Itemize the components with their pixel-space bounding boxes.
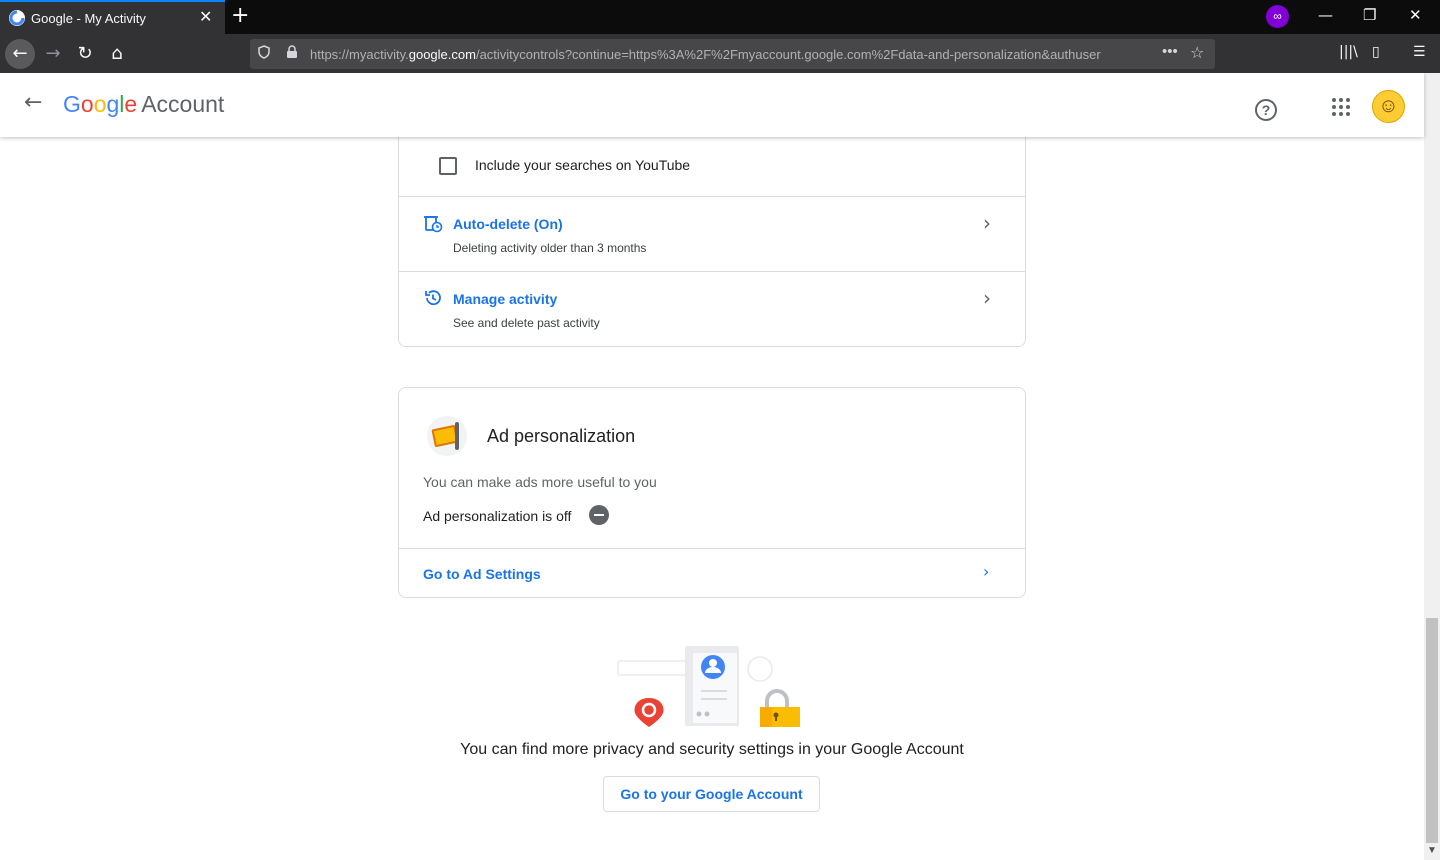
tab-close-icon[interactable]: ✕ xyxy=(199,7,212,27)
hamburger-menu-icon[interactable]: ☰ xyxy=(1413,44,1426,60)
url-bar[interactable]: https://myactivity.google.com/activityco… xyxy=(250,39,1215,69)
window-close-button[interactable]: ✕ xyxy=(1409,6,1422,24)
history-icon xyxy=(423,288,443,313)
browser-tab-bar: Google - My Activity ✕ + ∞ — ❐ ✕ xyxy=(0,0,1440,34)
go-to-ad-settings-link[interactable]: Go to Ad Settings xyxy=(423,566,541,582)
back-button-icon[interactable]: ← xyxy=(5,39,35,69)
scroll-down-arrow-icon[interactable]: ▼ xyxy=(1427,845,1437,856)
youtube-searches-checkbox[interactable] xyxy=(439,157,457,175)
manage-activity-subtitle: See and delete past activity xyxy=(453,316,600,330)
auto-delete-row[interactable]: Auto-delete (On) Deleting activity older… xyxy=(399,197,1025,272)
chevron-right-icon: › xyxy=(983,211,991,235)
back-arrow-icon[interactable]: ← xyxy=(24,90,42,115)
new-tab-button[interactable]: + xyxy=(231,3,249,28)
library-icon[interactable]: |||\ xyxy=(1339,44,1358,60)
google-favicon-icon xyxy=(9,10,25,26)
ad-personalization-description: You can make ads more useful to you xyxy=(423,474,657,490)
google-apps-icon[interactable] xyxy=(1332,98,1350,116)
forward-button-icon[interactable]: → xyxy=(38,39,68,69)
ad-personalization-title: Ad personalization xyxy=(487,426,636,446)
ad-personalization-status: Ad personalization is off xyxy=(423,508,572,524)
page-actions-more-icon[interactable]: ••• xyxy=(1162,43,1178,60)
help-icon[interactable]: ? xyxy=(1255,99,1277,121)
page-content: ← Google Account ? ☺ Include your searche… xyxy=(0,73,1440,860)
auto-delete-title[interactable]: Auto-delete (On) xyxy=(453,216,563,232)
page-scrollbar[interactable]: ▼ xyxy=(1424,73,1440,860)
scrollbar-thumb[interactable] xyxy=(1426,618,1438,843)
chevron-right-icon: › xyxy=(983,562,990,581)
auto-delete-subtitle: Deleting activity older than 3 months xyxy=(453,241,647,255)
go-to-google-account-button[interactable]: Go to your Google Account xyxy=(603,776,820,812)
url-text[interactable]: https://myactivity.google.com/activityco… xyxy=(310,47,1156,62)
home-button-icon[interactable]: ⌂ xyxy=(102,39,132,69)
manage-activity-title[interactable]: Manage activity xyxy=(453,291,557,307)
reload-button-icon[interactable]: ↻ xyxy=(70,39,100,69)
private-browsing-icon: ∞ xyxy=(1266,5,1289,28)
ad-personalization-card: Ad personalization You can make ads more… xyxy=(398,387,1026,598)
google-account-header: ← Google Account ? ☺ xyxy=(0,73,1424,137)
lock-icon[interactable] xyxy=(286,45,298,62)
privacy-illustration xyxy=(615,643,805,728)
google-account-logo[interactable]: Google Account xyxy=(63,91,224,118)
checkbox-label: Include your searches on YouTube xyxy=(475,157,691,173)
tab-title: Google - My Activity xyxy=(31,11,146,26)
window-minimize-button[interactable]: — xyxy=(1318,6,1333,24)
activity-controls-card: Include your searches on YouTube Auto-de… xyxy=(398,113,1026,347)
chevron-right-icon: › xyxy=(983,286,991,310)
status-off-icon xyxy=(589,505,609,525)
bookmark-star-icon[interactable]: ☆ xyxy=(1190,43,1204,62)
tracking-shield-icon[interactable] xyxy=(258,45,270,62)
ad-settings-row[interactable]: Go to Ad Settings › xyxy=(399,548,1025,598)
browser-nav-bar: ← → ↻ ⌂ https://myactivity.google.com/ac… xyxy=(0,34,1440,73)
manage-activity-row[interactable]: Manage activity See and delete past acti… xyxy=(399,272,1025,347)
sidebar-icon[interactable]: ▯ xyxy=(1372,44,1380,60)
ad-tag-icon xyxy=(427,416,467,456)
footer-message: You can find more privacy and security s… xyxy=(460,741,964,758)
auto-delete-icon xyxy=(423,213,443,238)
window-restore-button[interactable]: ❐ xyxy=(1363,6,1376,24)
browser-tab[interactable]: Google - My Activity ✕ xyxy=(0,0,225,34)
avatar[interactable]: ☺ xyxy=(1372,90,1405,123)
